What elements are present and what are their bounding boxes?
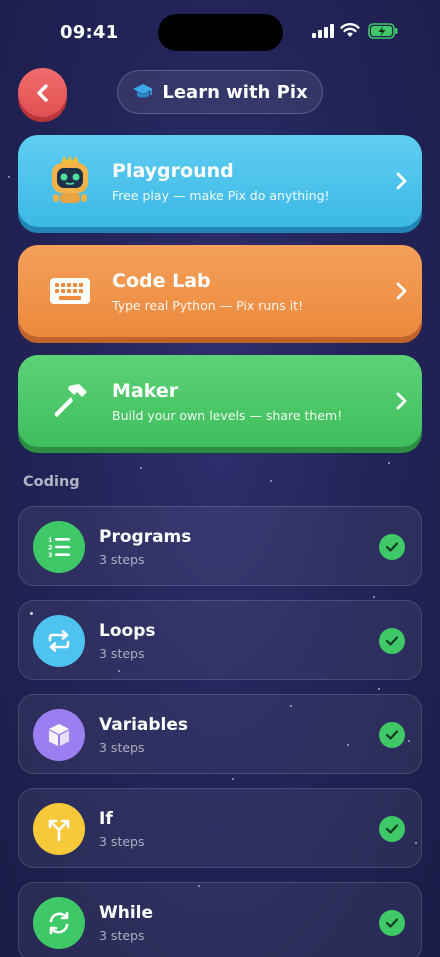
code-lab-subtitle: Type real Python — Pix runs it! [112, 297, 304, 313]
hammer-icon [42, 373, 98, 429]
dynamic-island [158, 14, 283, 51]
lesson-variables[interactable]: Variables 3 steps [18, 694, 422, 774]
check-icon [379, 534, 405, 560]
code-lab-card[interactable]: Code Lab Type real Python — Pix runs it! [18, 245, 422, 337]
chevron-right-icon [396, 392, 407, 410]
section-label-coding: Coding [23, 474, 80, 490]
lesson-loops[interactable]: Loops 3 steps [18, 600, 422, 680]
status-time: 09:41 [60, 22, 119, 43]
check-icon [379, 910, 405, 936]
graduation-cap-icon [133, 84, 154, 98]
status-bar: 09:41 [0, 0, 440, 62]
chevron-left-icon [36, 83, 48, 102]
page-title-pill: Learn with Pix [117, 70, 323, 114]
playground-card[interactable]: Playground Free play — make Pix do anyth… [18, 135, 422, 227]
code-lab-title: Code Lab [112, 269, 211, 292]
playground-subtitle: Free play — make Pix do anything! [112, 187, 330, 203]
playground-title: Playground [112, 159, 234, 182]
lesson-steps: 3 steps [99, 646, 145, 661]
lesson-programs[interactable]: 123 Programs 3 steps [18, 506, 422, 586]
repeat-arrows-icon [33, 615, 85, 667]
chevron-right-icon [396, 172, 407, 190]
lesson-title: Variables [99, 715, 189, 735]
branch-icon [33, 803, 85, 855]
maker-subtitle: Build your own levels — share them! [112, 407, 343, 423]
maker-title: Maker [112, 379, 179, 402]
keyboard-icon [42, 263, 98, 319]
page-title: Learn with Pix [162, 81, 308, 103]
lesson-steps: 3 steps [99, 552, 145, 567]
lesson-title: Loops [99, 621, 156, 641]
back-button[interactable] [18, 68, 67, 117]
lesson-if[interactable]: If 3 steps [18, 788, 422, 868]
maker-card[interactable]: Maker Build your own levels — share them… [18, 355, 422, 447]
box-icon [33, 709, 85, 761]
check-icon [379, 628, 405, 654]
svg-text:3: 3 [48, 551, 53, 559]
battery-charging-icon [368, 23, 398, 39]
numbered-list-icon: 123 [33, 521, 85, 573]
lesson-title: Programs [99, 527, 192, 547]
wifi-icon [340, 23, 360, 37]
lesson-title: While [99, 903, 154, 923]
check-icon [379, 816, 405, 842]
robot-icon [42, 153, 98, 209]
cellular-signal-icon [312, 24, 334, 38]
check-icon [379, 722, 405, 748]
lesson-steps: 3 steps [99, 834, 145, 849]
lesson-title: If [99, 809, 113, 829]
lesson-while[interactable]: While 3 steps [18, 882, 422, 957]
cycle-icon [33, 897, 85, 949]
chevron-right-icon [396, 282, 407, 300]
lesson-steps: 3 steps [99, 740, 145, 755]
lesson-steps: 3 steps [99, 928, 145, 943]
